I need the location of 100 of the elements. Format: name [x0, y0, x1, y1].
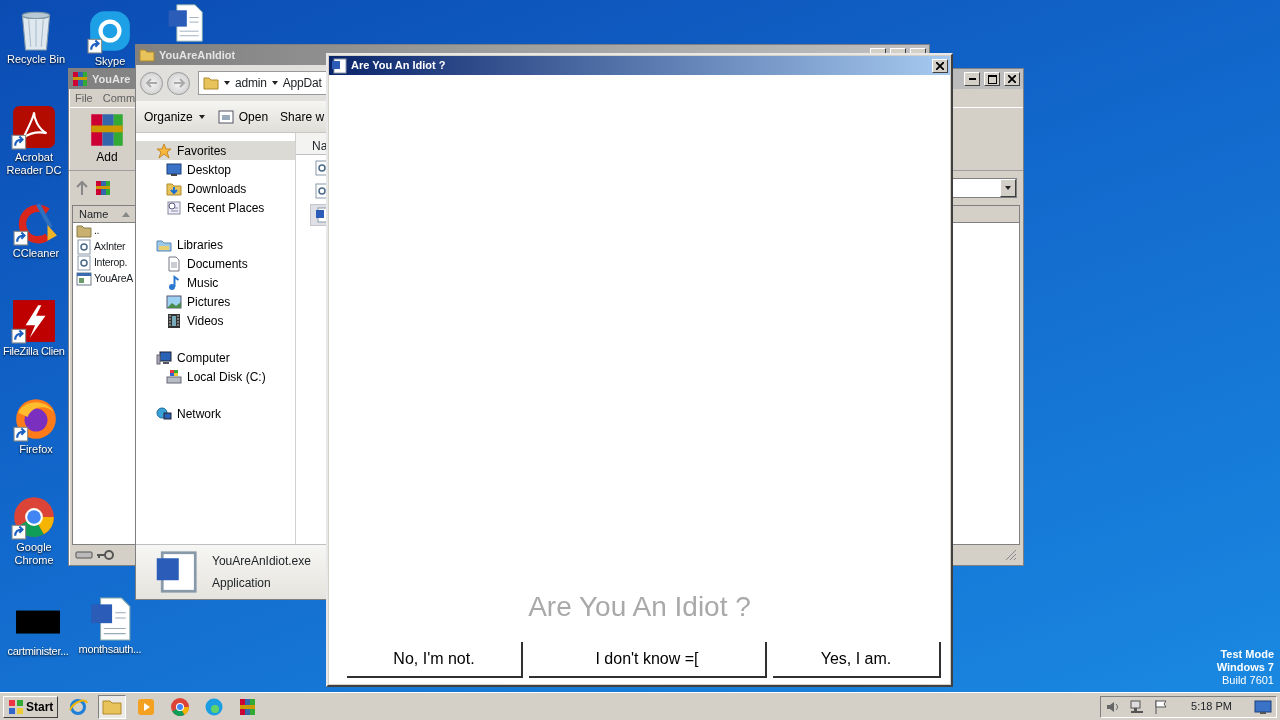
browser-icon[interactable]	[11, 494, 57, 540]
windows-logo-icon	[8, 698, 24, 715]
file-type: Application	[212, 575, 272, 592]
clock[interactable]: 5:18 PM	[1191, 698, 1232, 715]
app-icon[interactable]	[11, 104, 57, 150]
caret-icon	[197, 112, 206, 121]
menu-item[interactable]: Comm	[102, 89, 136, 107]
minimize-button[interactable]	[964, 72, 980, 86]
folder-icon	[203, 75, 219, 91]
close-button[interactable]	[932, 58, 948, 73]
icon-label[interactable]: Firefox	[19, 443, 53, 456]
add-button[interactable]: Add	[89, 112, 125, 166]
nav-item[interactable]: Music	[136, 273, 295, 292]
nav-item[interactable]: Desktop	[136, 160, 295, 179]
nav-item[interactable]: Documents	[136, 254, 295, 273]
key-icon	[96, 550, 114, 560]
answer-button[interactable]: No, I'm not.	[347, 642, 523, 678]
start-button[interactable]: Start	[3, 695, 59, 718]
archive-icon	[89, 112, 125, 148]
icon-label[interactable]: Acrobat Reader DC	[3, 151, 65, 177]
nav-item[interactable]: Recent Places	[136, 198, 295, 217]
network-icon	[156, 405, 172, 422]
music-note-icon	[166, 274, 182, 291]
icon-label[interactable]: monthsauth...	[78, 643, 142, 656]
nav-item[interactable]: Favorites	[136, 141, 295, 160]
answer-button[interactable]: I don't know =[	[529, 642, 767, 678]
breadcrumb[interactable]: admin	[235, 74, 267, 92]
browser-icon	[204, 696, 225, 717]
window-title: Are You An Idiot ?	[351, 58, 446, 74]
file-name[interactable]: AxInter	[94, 239, 126, 255]
breadcrumb-caret-icon	[270, 79, 279, 87]
icon-label[interactable]: CCleaner	[12, 247, 60, 260]
forward-icon	[171, 76, 186, 90]
breadcrumb-caret-icon	[223, 79, 231, 87]
close-icon	[936, 61, 944, 70]
close-button[interactable]	[1004, 72, 1020, 86]
icon-label[interactable]: Google Chrome	[3, 541, 65, 567]
file-name: YouAreAnIdiot.exe	[212, 553, 311, 570]
archive-icon	[72, 71, 88, 87]
dropdown-caret-icon	[1004, 184, 1012, 192]
drive-icon	[75, 550, 93, 560]
nav-item[interactable]: Local Disk (C:)	[136, 367, 295, 386]
star-icon	[156, 142, 172, 159]
minimize-icon	[968, 78, 976, 80]
picture-icon	[166, 293, 182, 310]
download-folder-icon	[166, 180, 182, 197]
recent-places-icon	[166, 199, 182, 216]
icon-label[interactable]: Recycle Bin	[6, 53, 66, 66]
chat-app-icon[interactable]	[87, 8, 133, 54]
flag-icon[interactable]	[1153, 698, 1170, 715]
media-player-icon	[136, 696, 157, 717]
icon-label[interactable]: FileZilla Clien	[3, 345, 65, 358]
drive-icon	[166, 368, 182, 385]
answer-button[interactable]: Yes, I am.	[773, 642, 941, 678]
nav-item[interactable]: Libraries	[136, 235, 295, 254]
taskbar-button[interactable]	[98, 694, 127, 719]
show-desktop-icon[interactable]	[1254, 698, 1272, 715]
window-icon	[217, 108, 234, 125]
monitor-icon	[166, 161, 182, 178]
file-icon	[76, 255, 92, 271]
menu-item[interactable]: File	[75, 89, 93, 107]
os-notice: Test Mode	[1220, 648, 1274, 661]
share-button[interactable]: Share w	[280, 107, 325, 126]
os-notice: Windows 7	[1216, 661, 1274, 674]
network-icon[interactable]	[1129, 698, 1146, 715]
open-button[interactable]: Open	[217, 107, 269, 126]
folder-icon	[139, 47, 155, 63]
icon-label[interactable]: Skype	[94, 55, 126, 68]
window-title: YouAreAnIdiot	[159, 47, 236, 63]
column-title: Name	[79, 206, 109, 222]
nav-item[interactable]: Pictures	[136, 292, 295, 311]
archive-icon[interactable]	[95, 180, 111, 196]
breadcrumb[interactable]: AppDat	[282, 74, 322, 92]
organize-button[interactable]: Organize	[144, 107, 206, 126]
os-notice: Build 7601	[1222, 674, 1274, 687]
caption-text: Are You An Idiot ?	[528, 590, 751, 624]
maximize-icon	[987, 74, 997, 84]
browser-icon	[170, 696, 191, 717]
app-icon[interactable]	[10, 298, 57, 344]
file-name[interactable]: YouAreA	[94, 271, 133, 287]
computer-icon	[156, 349, 172, 366]
close-icon	[1008, 75, 1016, 83]
broom-icon[interactable]	[13, 200, 59, 246]
browser-icon[interactable]	[13, 396, 59, 442]
document-icon	[166, 255, 182, 272]
sort-icon	[122, 211, 131, 217]
maximize-button[interactable]	[984, 72, 1000, 86]
nav-item[interactable]: Downloads	[136, 179, 295, 198]
document-icon	[154, 550, 198, 594]
nav-item[interactable]: Network	[136, 404, 295, 423]
file-name[interactable]: Interop.	[94, 255, 128, 271]
nav-item[interactable]: Computer	[136, 348, 295, 367]
nav-item[interactable]: Videos	[136, 311, 295, 330]
file-name[interactable]: ..	[94, 223, 100, 239]
icon-label[interactable]: cartminister...	[7, 645, 69, 658]
window-title: YouAre	[92, 71, 131, 87]
browser-icon	[68, 696, 89, 717]
resize-grip-icon[interactable]	[1005, 549, 1017, 561]
film-icon	[166, 312, 182, 329]
back-icon	[144, 76, 159, 90]
